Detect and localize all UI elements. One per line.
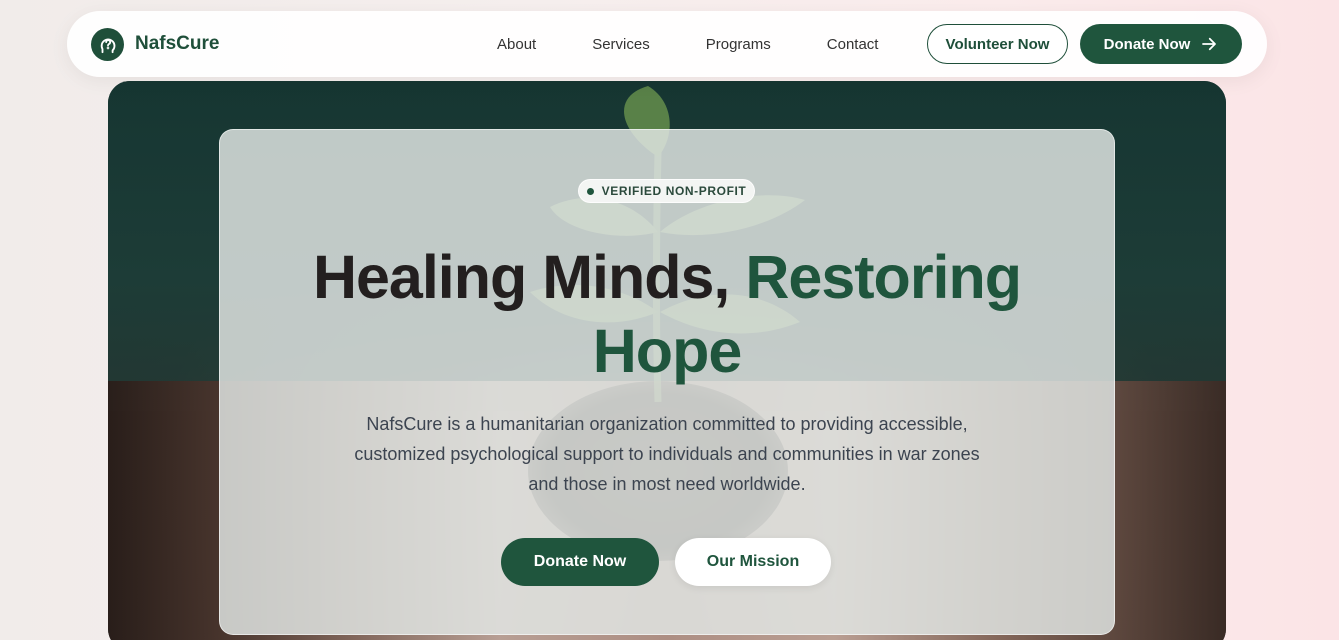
verified-badge-label: VERIFIED NON-PROFIT — [601, 184, 747, 198]
nav-donate-label: Donate Now — [1103, 35, 1191, 53]
status-dot-icon — [586, 187, 594, 195]
nav-link-programs[interactable]: Programs — [706, 36, 771, 53]
hero-description-line: customized psychological support to indi… — [354, 444, 980, 464]
navbar: NafsCure About Services Programs Contact… — [67, 11, 1267, 77]
nav-link-contact[interactable]: Contact — [827, 36, 879, 53]
nav-link-services[interactable]: Services — [592, 36, 650, 53]
hero-title-dark: Healing Minds, — [312, 243, 730, 311]
hero-title-accent: Restoring — [745, 243, 1022, 311]
our-mission-button[interactable]: Our Mission — [675, 538, 831, 586]
head-question-icon — [91, 27, 124, 61]
hero-donate-button[interactable]: Donate Now — [501, 538, 659, 586]
nav-links: About Services Programs Contact — [497, 11, 934, 77]
hero-title-accent-2: Hope — [592, 317, 742, 385]
nav-link-about[interactable]: About — [497, 36, 536, 53]
nav-donate-button[interactable]: Donate Now — [1080, 24, 1242, 64]
verified-badge: VERIFIED NON-PROFIT — [578, 179, 755, 203]
hero-description: NafsCure is a humanitarian organization … — [219, 409, 1115, 499]
hero-description-line: and those in most need worldwide. — [528, 474, 806, 494]
brand-name: NafsCure — [135, 33, 220, 54]
volunteer-button[interactable]: Volunteer Now — [927, 24, 1068, 64]
hero-description-line: NafsCure is a humanitarian organization … — [366, 414, 968, 434]
hero-title: Healing Minds, Restoring Hope — [219, 240, 1115, 388]
brand-logo[interactable]: NafsCure — [91, 27, 220, 61]
arrow-right-icon — [1202, 37, 1217, 51]
